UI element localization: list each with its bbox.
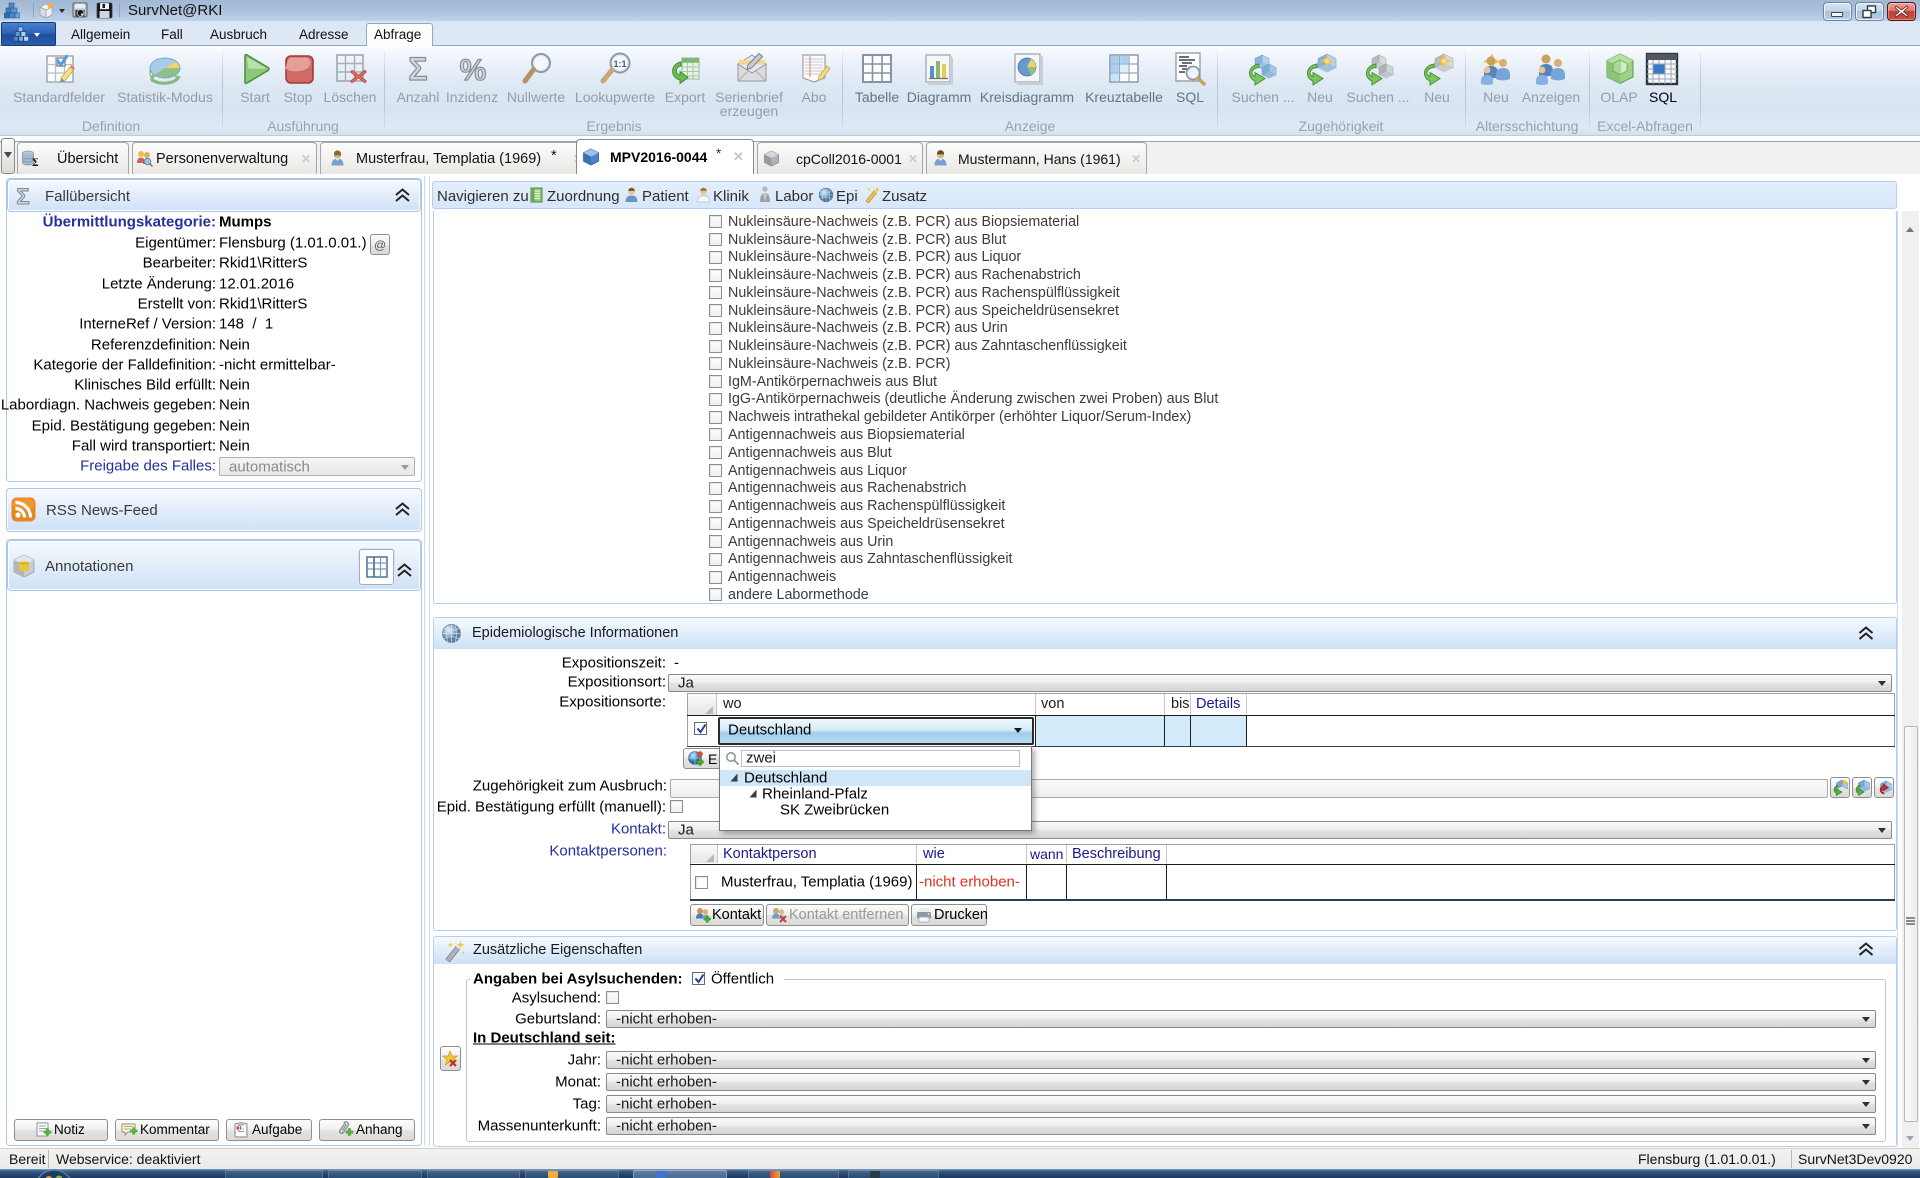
svg-text:Σ: Σ xyxy=(408,52,427,86)
svg-text:1:1: 1:1 xyxy=(613,59,626,69)
svg-text:Σ: Σ xyxy=(16,184,29,208)
svg-text:%: % xyxy=(460,54,487,86)
svg-text:Σ: Σ xyxy=(32,155,38,167)
